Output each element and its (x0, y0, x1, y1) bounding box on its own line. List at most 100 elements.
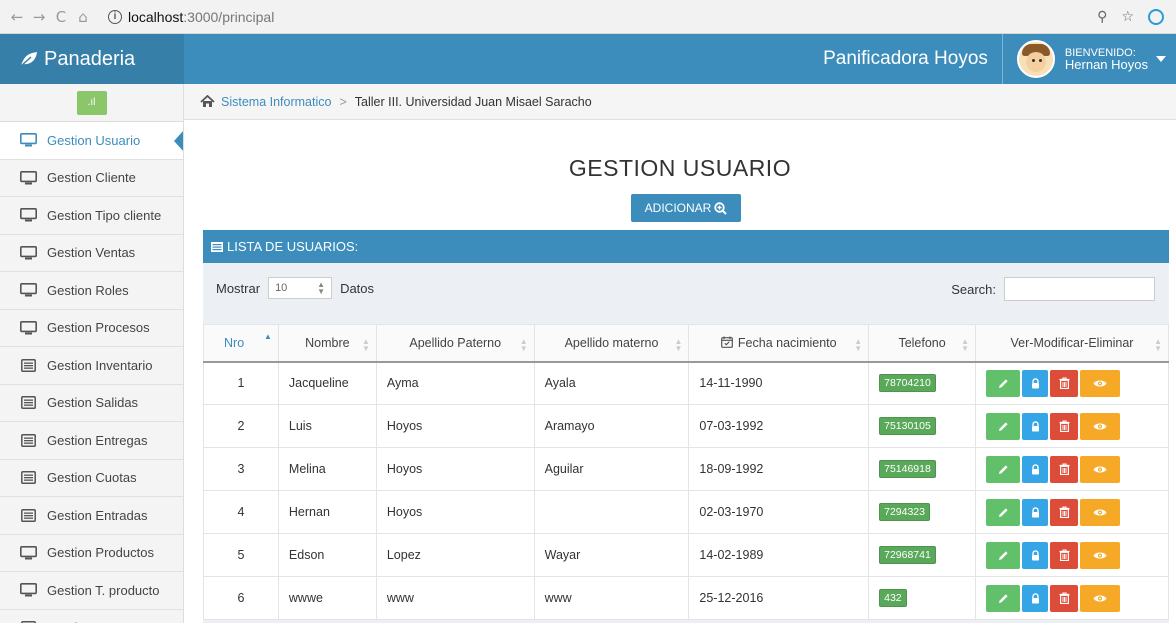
sidebar-item-gestion-cliente[interactable]: Gestion Cliente (0, 160, 183, 197)
bookmark-star-icon[interactable]: ☆ (1121, 9, 1134, 25)
show-label: Mostrar (216, 280, 261, 296)
lock-button[interactable] (1022, 369, 1049, 397)
sidebar-item-label: Gestion Ventas (47, 245, 136, 261)
cell-materno: www (533, 576, 690, 620)
sidebar-item-gestion-cuotas[interactable]: Gestion Cuotas (0, 460, 183, 497)
pencil-icon (998, 421, 1009, 432)
info-icon[interactable]: i (108, 9, 122, 24)
column-header-telefono[interactable]: Telefono ▲ ▼ (868, 324, 977, 363)
edit-button[interactable] (986, 584, 1021, 612)
view-button[interactable] (1080, 412, 1121, 440)
edit-button[interactable] (986, 541, 1021, 569)
add-user-button[interactable]: ADICIONAR (631, 194, 741, 222)
lock-button[interactable] (1022, 455, 1049, 483)
delete-button[interactable] (1050, 455, 1079, 483)
column-header-fecha-nacimiento[interactable]: Fecha nacimiento ▲ ▼ (688, 324, 870, 363)
view-button[interactable] (1080, 455, 1121, 483)
reload-icon[interactable]: C (50, 8, 72, 26)
address-bar[interactable]: i localhost:3000/principal (108, 9, 274, 25)
pencil-icon (998, 464, 1009, 475)
cell-actions (975, 576, 1169, 620)
edit-button[interactable] (986, 369, 1021, 397)
sidebar-item-label: Gestion Salidas (47, 395, 139, 411)
avatar[interactable] (1016, 40, 1055, 78)
extension-icon[interactable]: ⚲ (1097, 9, 1107, 25)
delete-button[interactable] (1050, 541, 1079, 569)
lock-button[interactable] (1022, 412, 1049, 440)
sort-icon[interactable]: ▲ ▼ (362, 338, 370, 353)
browser-extension-icon[interactable] (1148, 8, 1164, 25)
column-header-label: Apellido Paterno (409, 335, 502, 350)
column-header-ver-modificar-eliminar[interactable]: Ver-Modificar-Eliminar ▲ ▼ (975, 324, 1169, 363)
lock-button[interactable] (1022, 584, 1049, 612)
sort-icon[interactable]: ▲ ▼ (854, 338, 862, 353)
sidebar-item-gestion-t-producto[interactable]: Gestion T. producto (0, 572, 183, 610)
delete-button[interactable] (1050, 369, 1079, 397)
cell-paterno: Lopez (375, 533, 535, 577)
lock-button[interactable] (1022, 541, 1049, 569)
lock-icon (1031, 592, 1040, 604)
sort-icon[interactable]: ▲ (264, 333, 272, 347)
home-icon[interactable] (200, 95, 215, 108)
cell-nro: 6 (203, 576, 279, 620)
sidebar-item-gestion-procesos[interactable]: Gestion Procesos (0, 310, 183, 347)
home-icon[interactable]: ⌂ (72, 8, 94, 26)
chevron-down-icon[interactable] (1156, 56, 1166, 62)
edit-button[interactable] (986, 455, 1021, 483)
sidebar-item-label: Gestion Productos (47, 545, 154, 561)
table-row: 3 Melina Hoyos Aguilar 18-09-1992 75146918 (203, 447, 1169, 491)
lock-icon (1031, 463, 1040, 475)
eye-icon (1093, 508, 1107, 517)
view-button[interactable] (1080, 498, 1121, 526)
page-length-select[interactable]: 10 ▲ ▼ (268, 277, 333, 299)
sidebar-item-gestion-ventas[interactable]: Gestion Ventas (0, 235, 183, 272)
sidebar-item-gestion-entradas[interactable]: Gestion Entradas (0, 497, 183, 535)
sidebar-item-gestion-reporte[interactable]: Gestion Reporte (0, 610, 183, 623)
column-header-nombre[interactable]: Nombre ▲ ▼ (277, 324, 377, 363)
sidebar-item-gestion-salidas[interactable]: Gestion Salidas (0, 385, 183, 422)
user-menu[interactable]: BIENVENIDO: Hernan Hoyos (1065, 47, 1148, 71)
column-header-label: Ver-Modificar-Eliminar (1010, 335, 1134, 350)
sidebar-item-gestion-usuario[interactable]: Gestion Usuario (0, 122, 183, 160)
sidebar-item-label: Gestion Usuario (47, 132, 141, 148)
monitor-icon (19, 320, 37, 335)
sort-icon[interactable]: ▲ ▼ (1154, 338, 1162, 353)
lock-button[interactable] (1022, 498, 1049, 526)
view-button[interactable] (1080, 541, 1121, 569)
column-header-apellido-paterno[interactable]: Apellido Paterno ▲ ▼ (375, 324, 535, 363)
sidebar-item-gestion-productos[interactable]: Gestion Productos (0, 535, 183, 572)
signal-bars-button[interactable]: .ıl (76, 90, 107, 115)
sort-icon[interactable]: ▲ ▼ (520, 338, 528, 353)
view-button[interactable] (1080, 369, 1121, 397)
delete-button[interactable] (1050, 584, 1079, 612)
forward-icon[interactable]: → (28, 8, 50, 26)
delete-button[interactable] (1050, 498, 1079, 526)
sidebar-item-gestion-inventario[interactable]: Gestion Inventario (0, 347, 183, 385)
sidebar-item-gestion-roles[interactable]: Gestion Roles (0, 272, 183, 310)
select-arrows-icon: ▲ ▼ (317, 280, 326, 296)
column-header-apellido-materno[interactable]: Apellido materno ▲ ▼ (533, 324, 690, 363)
edit-button[interactable] (986, 412, 1021, 440)
list-body: Mostrar 10 ▲ ▼ Datos Search: Nro ▲ Nombre ▲… (203, 263, 1169, 623)
column-header-nro[interactable]: Nro ▲ (203, 324, 279, 363)
list-icon (19, 471, 37, 485)
cell-telefono: 7294323 (868, 490, 977, 534)
sidebar-item-gestion-entregas[interactable]: Gestion Entregas (0, 422, 183, 460)
breadcrumb-link[interactable]: Sistema Informatico (221, 95, 331, 109)
search-input[interactable] (1004, 277, 1155, 301)
column-header-label: Apellido materno (564, 335, 659, 350)
sort-icon[interactable]: ▲ ▼ (674, 338, 682, 353)
edit-button[interactable] (986, 498, 1021, 526)
brand-logo[interactable]: Panaderia (0, 34, 184, 84)
delete-button[interactable] (1050, 412, 1079, 440)
breadcrumb: Sistema Informatico > Taller III. Univer… (184, 84, 1176, 120)
cell-materno: Ayala (533, 361, 690, 405)
sidebar: .ıl Gestion Usuario Gestion Cliente Gestio… (0, 84, 184, 623)
trash-icon (1059, 463, 1070, 475)
view-button[interactable] (1080, 584, 1121, 612)
sort-icon[interactable]: ▲ ▼ (961, 338, 969, 353)
table-row: 5 Edson Lopez Wayar 14-02-1989 72968741 (203, 533, 1169, 577)
cell-nombre: wwwe (277, 576, 377, 620)
back-icon[interactable]: ← (6, 8, 28, 26)
sidebar-item-gestion-tipo-cliente[interactable]: Gestion Tipo cliente (0, 197, 183, 235)
